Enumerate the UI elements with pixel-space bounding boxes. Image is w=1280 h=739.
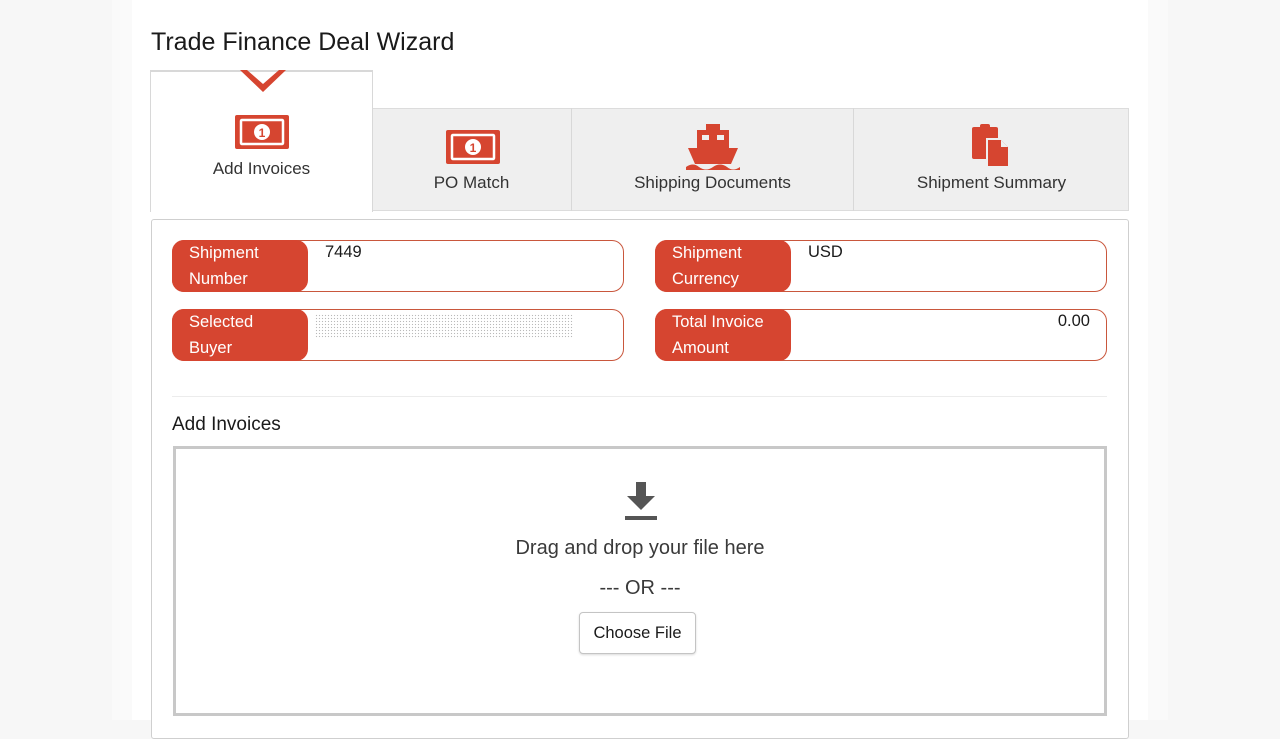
tab-shipment-summary[interactable]: Shipment Summary (854, 108, 1129, 211)
ship-icon (686, 124, 740, 170)
selected-buyer-field: Selected Buyer (172, 309, 624, 361)
field-label: Shipment Number (172, 240, 308, 292)
section-title: Add Invoices (172, 414, 281, 435)
tab-label: Shipment Summary (916, 173, 1067, 192)
drop-instruction: Drag and drop your file here (515, 537, 765, 559)
tab-label: Add Invoices (212, 159, 311, 178)
choose-file-button[interactable]: Choose File (579, 612, 696, 654)
documents-icon (972, 124, 1010, 168)
field-label: Shipment Currency (655, 240, 791, 292)
tab-shipping-documents[interactable]: Shipping Documents (572, 108, 854, 211)
tab-add-invoices[interactable]: 1 Add Invoices (150, 70, 373, 212)
or-separator: --- OR --- (599, 577, 681, 599)
file-drop-zone[interactable]: Drag and drop your file here --- OR --- (173, 446, 1107, 716)
shipment-currency-value: USD (808, 243, 843, 261)
tab-label: Shipping Documents (634, 173, 791, 192)
shipment-number-value: 7449 (325, 243, 362, 261)
field-label: Total Invoice Amount (655, 309, 791, 361)
shipment-currency-field: Shipment Currency USD (655, 240, 1107, 292)
tab-label: PO Match (433, 173, 510, 192)
svg-text:1: 1 (259, 126, 266, 140)
active-step-chevron-icon (240, 70, 286, 92)
total-invoice-amount-field: Total Invoice Amount 0.00 (655, 309, 1107, 361)
divider (172, 396, 1107, 397)
money-bill-icon: 1 (235, 115, 289, 149)
redacted-buyer-value (315, 314, 573, 338)
page-title: Trade Finance Deal Wizard (151, 28, 455, 56)
total-invoice-amount-value: 0.00 (1057, 312, 1090, 330)
tab-po-match[interactable]: 1 PO Match (372, 108, 572, 211)
shipment-number-field: Shipment Number 7449 (172, 240, 624, 292)
download-icon (625, 482, 657, 520)
field-label: Selected Buyer (172, 309, 308, 361)
money-bill-icon: 1 (446, 130, 500, 164)
svg-text:1: 1 (470, 141, 477, 155)
